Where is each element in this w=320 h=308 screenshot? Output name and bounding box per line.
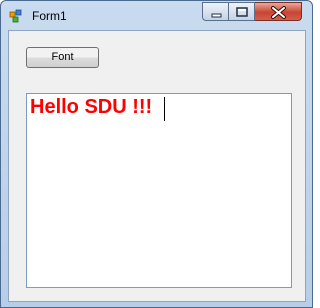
title-bar[interactable]: Form1 [1, 1, 312, 29]
minimize-icon [211, 13, 222, 18]
font-button[interactable]: Font [26, 47, 99, 68]
close-icon [271, 6, 286, 19]
form-client-area: Font Hello SDU !!! [8, 30, 306, 302]
close-button[interactable] [255, 2, 302, 21]
window-title: Form1 [32, 9, 67, 23]
form-window: Form1 Font Hello SDU !!! [0, 0, 313, 308]
rich-text-box[interactable]: Hello SDU !!! [26, 93, 292, 288]
minimize-button[interactable] [202, 2, 229, 21]
text-caret [164, 97, 165, 121]
text-content: Hello SDU !!! [30, 96, 153, 118]
winforms-app-icon [9, 8, 25, 24]
maximize-button[interactable] [229, 2, 255, 21]
maximize-icon [236, 7, 248, 17]
